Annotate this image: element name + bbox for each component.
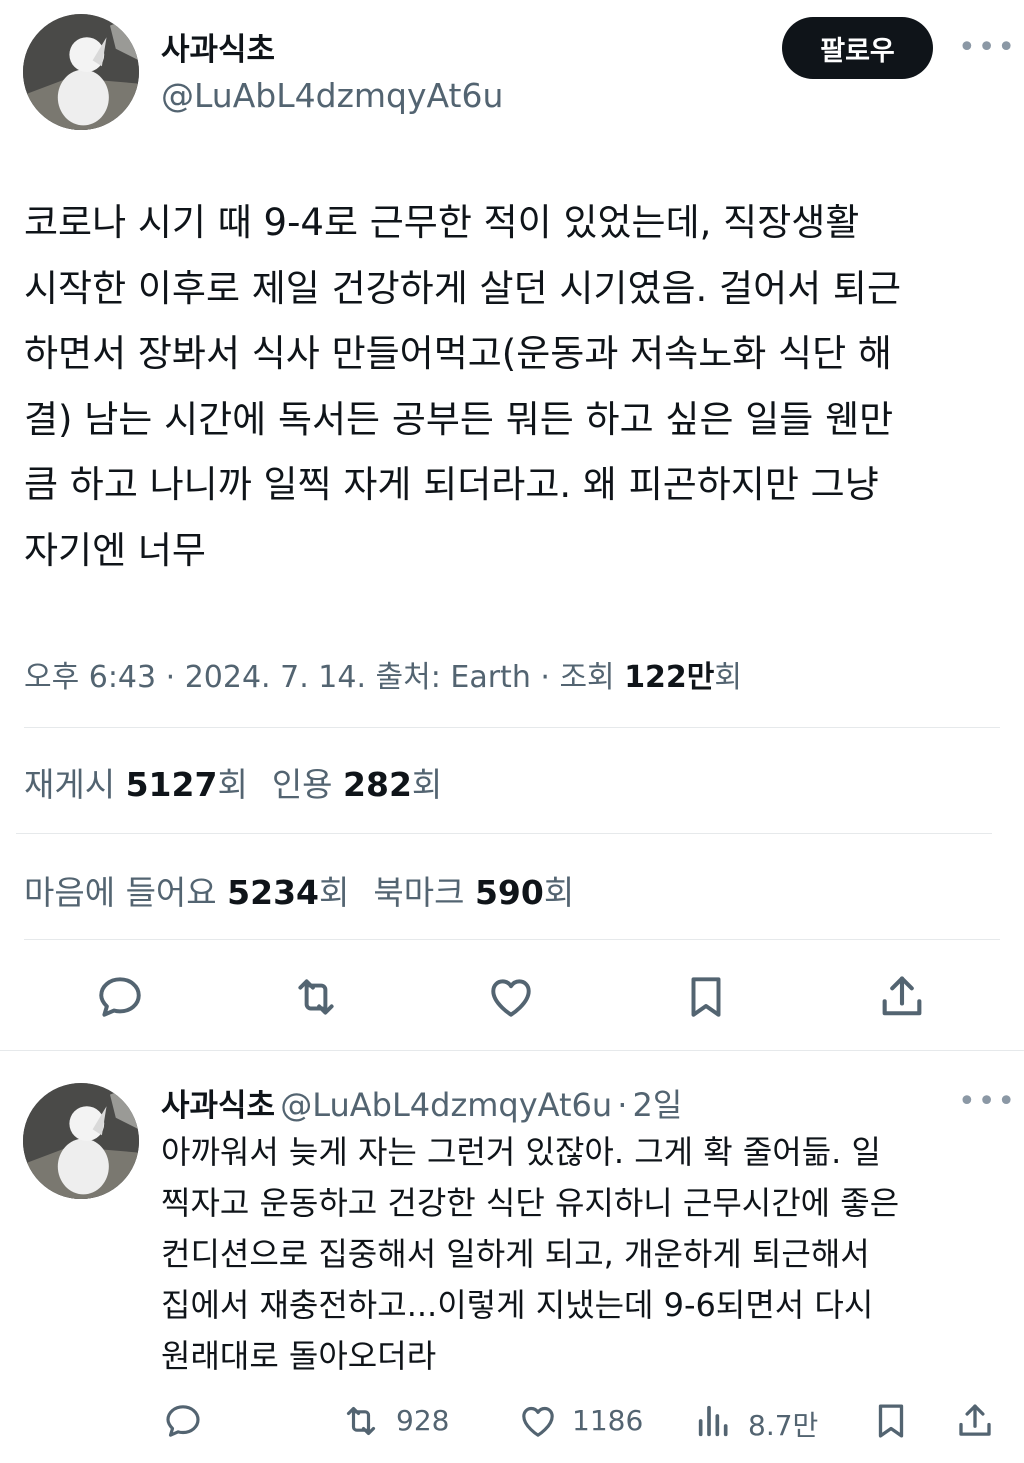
reply-header: 사과식초 @LuAbL4dzmqyAt6u · 2일 (161, 1080, 682, 1126)
divider (0, 1050, 1024, 1051)
reply-author-handle[interactable]: @LuAbL4dzmqyAt6u (280, 1086, 612, 1124)
tweet-line: 결) 남는 시간에 독서든 공부든 뭐든 하고 싶은 일들 웬만 (24, 397, 894, 441)
follow-button[interactable]: 팔로우 (782, 17, 933, 79)
tweet-line: 자기엔 너무 (24, 528, 206, 572)
author-handle[interactable]: @LuAbL4dzmqyAt6u (161, 76, 503, 115)
reply-text: 아까워서 늦게 자는 그런거 있잖아. 그게 확 줄어듦. 일 찍자고 운동하고… (161, 1127, 1011, 1382)
tweet-timestamp-source[interactable]: 오후 6:43 · 2024. 7. 14. 출처: Earth · 조회 (24, 660, 624, 695)
author-name[interactable]: 사과식초 (161, 24, 275, 69)
like-bookmark-stats: 마음에 들어요 5234회 북마크 590회 (24, 866, 574, 914)
reply-retweet-count[interactable]: 928 (396, 1404, 449, 1437)
tweet-line: 시작한 이후로 제일 건강하게 살던 시기였음. 걸어서 퇴근 (24, 266, 902, 310)
reply-avatar[interactable] (23, 1083, 139, 1199)
share-icon[interactable] (876, 970, 928, 1024)
repost-stat[interactable]: 재게시 5127회 (24, 765, 248, 804)
view-count[interactable]: 122만 (624, 660, 714, 695)
reply-share-icon[interactable] (954, 1399, 996, 1443)
reply-author-name[interactable]: 사과식초 (161, 1088, 275, 1124)
reply-line: 원래대로 돌아오더라 (161, 1337, 437, 1375)
reply-bookmark-icon[interactable] (870, 1399, 912, 1443)
tweet-text: 코로나 시기 때 9-4로 근무한 적이 있었는데, 직장생활 시작한 이후로 … (24, 190, 1004, 583)
quote-stat[interactable]: 인용 282회 (272, 765, 442, 804)
repost-quote-stats: 재게시 5127회 인용 282회 (24, 758, 442, 806)
like-stat[interactable]: 마음에 들어요 5234회 (24, 873, 349, 912)
reply-views-icon[interactable] (694, 1401, 734, 1441)
divider (16, 833, 992, 834)
heart-icon[interactable] (484, 972, 538, 1022)
reply-reply-icon[interactable] (162, 1401, 204, 1441)
reply-more-options-icon[interactable]: ••• (958, 1087, 1017, 1117)
reply-like-count[interactable]: 1186 (572, 1404, 643, 1437)
reply-line: 찍자고 운동하고 건강한 식단 유지하니 근무시간에 좋은 (161, 1184, 900, 1222)
author-avatar[interactable] (23, 14, 139, 130)
bookmark-icon[interactable] (681, 970, 731, 1024)
tweet-line: 하면서 장봐서 식사 만들어먹고(운동과 저속노화 식단 해 (24, 332, 892, 375)
reply-line: 집에서 재충전하고...이렇게 지냈는데 9-6되면서 다시 (161, 1286, 874, 1324)
reply-heart-icon[interactable] (516, 1401, 560, 1441)
reply-line: 컨디션으로 집중해서 일하게 되고, 개운하게 퇴근해서 (161, 1235, 870, 1273)
tweet-line: 코로나 시기 때 9-4로 근무한 적이 있었는데, 직장생활 (24, 201, 860, 244)
divider (24, 727, 1000, 728)
reply-time[interactable]: 2일 (633, 1086, 683, 1124)
retweet-icon[interactable] (287, 972, 345, 1022)
divider (24, 939, 1000, 940)
reply-view-count[interactable]: 8.7만 (748, 1404, 818, 1444)
reply-icon[interactable] (94, 972, 146, 1022)
tweet-line: 큼 하고 나니까 일찍 자게 되더라고. 왜 피곤하지만 그냥 (24, 463, 879, 506)
bookmark-stat[interactable]: 북마크 590회 (373, 873, 574, 912)
reply-separator: · (617, 1086, 628, 1124)
view-unit: 회 (714, 660, 743, 695)
reply-retweet-icon[interactable] (338, 1401, 384, 1441)
tweet-meta: 오후 6:43 · 2024. 7. 14. 출처: Earth · 조회 12… (24, 652, 742, 696)
more-options-icon[interactable]: ••• (958, 33, 1017, 63)
reply-line: 아까워서 늦게 자는 그런거 있잖아. 그게 확 줄어듦. 일 (161, 1133, 881, 1171)
